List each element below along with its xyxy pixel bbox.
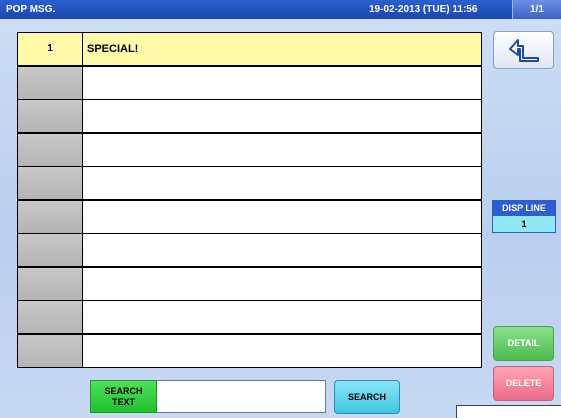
row-text [83,100,481,132]
row-text [83,335,481,367]
disp-line-value: 1 [492,216,556,233]
back-button[interactable] [493,31,554,69]
search-text-label: SEARCH TEXT [90,380,157,413]
row-number: 1 [18,33,82,65]
row-number [18,134,82,166]
disp-line-box[interactable]: DISP LINE 1 [492,200,556,234]
list-row-9[interactable] [18,301,481,333]
list-row-7[interactable] [18,234,481,266]
delete-button[interactable]: DELETE [493,366,554,401]
row-text [83,301,481,333]
row-text [83,234,481,266]
status-box [456,405,561,418]
search-label-line2: TEXT [111,396,135,407]
row-number [18,335,82,367]
screen-title: POP MSG. [6,4,56,15]
row-number [18,100,82,132]
row-text [83,167,481,199]
pop-message-list: 1 SPECIAL! [17,32,482,368]
list-row-10[interactable] [18,335,481,367]
row-text: SPECIAL! [83,33,481,65]
detail-button[interactable]: DETAIL [493,326,554,361]
row-text [83,67,481,99]
list-row-6[interactable] [18,201,481,233]
search-button[interactable]: SEARCH [334,380,400,414]
list-row-5[interactable] [18,167,481,199]
search-label-line1: SEARCH [104,385,143,396]
return-arrow-icon [509,39,539,62]
title-bar: POP MSG. 19-02-2013 (TUE) 11:56 1/1 [0,0,561,19]
row-number [18,268,82,300]
disp-line-label: DISP LINE [492,200,556,216]
row-number [18,234,82,266]
search-input[interactable] [157,380,326,413]
datetime-display: 19-02-2013 (TUE) 11:56 [369,4,478,15]
list-row-2[interactable] [18,67,481,99]
page-indicator: 1/1 [512,0,561,19]
list-row-1[interactable]: 1 SPECIAL! [18,33,481,65]
row-text [83,201,481,233]
row-number [18,301,82,333]
row-number [18,201,82,233]
list-row-3[interactable] [18,100,481,132]
row-number [18,167,82,199]
row-number [18,67,82,99]
list-row-4[interactable] [18,134,481,166]
row-text [83,268,481,300]
list-row-8[interactable] [18,268,481,300]
row-text [83,134,481,166]
